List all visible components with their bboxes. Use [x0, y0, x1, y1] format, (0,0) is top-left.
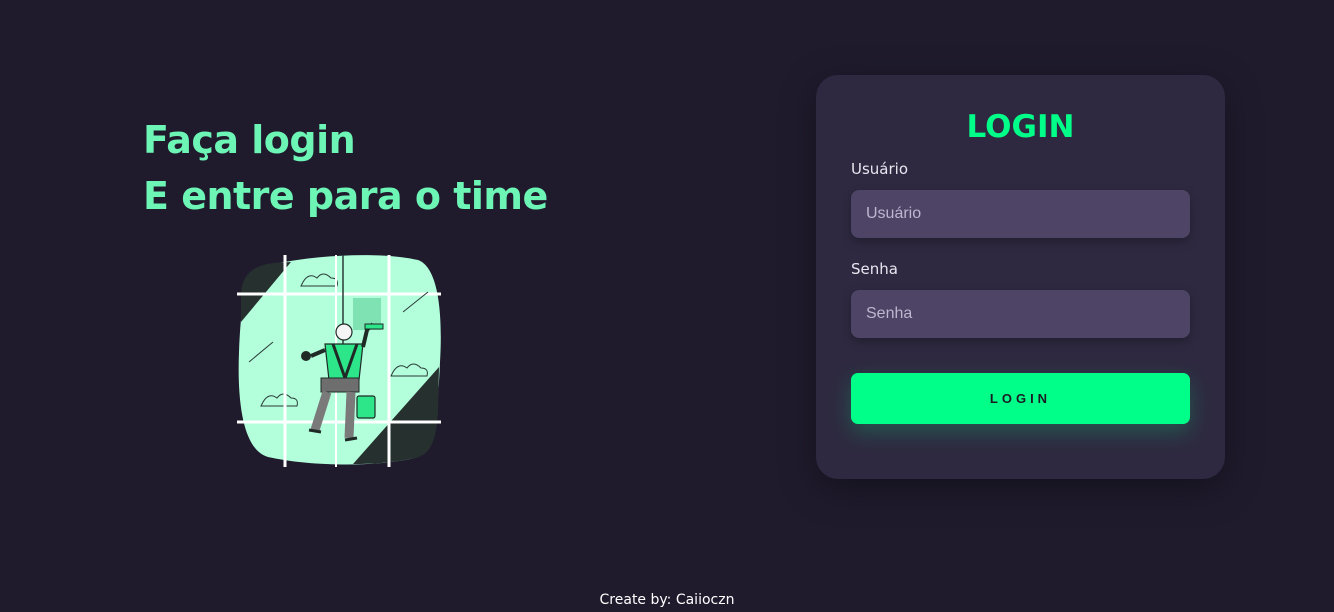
hero-title-line1: Faça login [143, 118, 356, 162]
password-label: Senha [851, 260, 898, 278]
login-card: LOGIN Usuário Senha LOGIN [816, 75, 1225, 479]
hero-title-line2: E entre para o time [143, 174, 548, 218]
illustration-svg [237, 255, 441, 467]
hero-section: Faça login E entre para o time [143, 112, 663, 224]
login-button[interactable]: LOGIN [851, 373, 1190, 424]
login-card-title: LOGIN [966, 109, 1075, 145]
password-input[interactable] [851, 290, 1190, 338]
username-label: Usuário [851, 160, 909, 178]
window-cleaner-illustration [233, 252, 445, 470]
footer-credit: Create by: Caiioczn [599, 592, 735, 608]
login-page: Faça login E entre para o time LOGIN Usu… [0, 0, 1334, 612]
username-input[interactable] [851, 190, 1190, 238]
